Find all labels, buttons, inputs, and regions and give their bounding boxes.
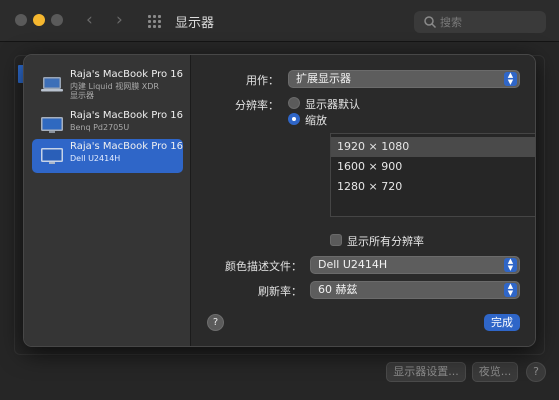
- resolution-list[interactable]: 1920 × 1080 1600 × 900 1280 × 720: [330, 133, 535, 217]
- laptop-icon: [41, 77, 63, 92]
- display-settings-button[interactable]: 显示器设置...: [386, 362, 466, 382]
- popup-arrows-icon: ▲ ▼: [504, 258, 517, 272]
- color-profile-popup[interactable]: Dell U2414H ▲ ▼: [310, 256, 520, 274]
- display-item-dell[interactable]: Raja's MacBook Pro 16 Dell U2414H: [32, 139, 183, 173]
- show-all-resolutions-checkbox[interactable]: [330, 234, 342, 246]
- display-settings-panel: 用作： 扩展显示器 ▲ ▼ 分辨率： 显示器默认 缩放 1920 × 1080 1…: [192, 55, 535, 346]
- title-bar: ‹ › 显示器 搜索: [0, 0, 559, 42]
- night-shift-button[interactable]: 夜览...: [472, 362, 518, 382]
- popup-arrows-icon: ▲ ▼: [504, 283, 517, 297]
- display-item-benq[interactable]: Raja's MacBook Pro 16 Benq Pd2705U: [32, 108, 183, 142]
- display-subtitle: Dell U2414H: [70, 154, 121, 163]
- display-subtitle: 内建 Liquid 视网膜 XDR 显示器: [70, 82, 159, 100]
- display-subtitle: Benq Pd2705U: [70, 123, 130, 132]
- resolution-label: 分辨率：: [235, 99, 279, 112]
- radio-default-resolution[interactable]: [288, 97, 300, 109]
- display-subtitle-line2: 显示器: [70, 91, 94, 100]
- popup-arrows-icon: ▲ ▼: [504, 72, 517, 86]
- search-icon: [424, 16, 437, 29]
- search-field[interactable]: 搜索: [414, 11, 546, 33]
- resolution-option[interactable]: 1600 × 900: [331, 157, 535, 177]
- search-placeholder: 搜索: [440, 16, 462, 29]
- display-list-sidebar: Raja's MacBook Pro 16 内建 Liquid 视网膜 XDR …: [24, 55, 191, 346]
- forward-arrow-icon[interactable]: ›: [116, 10, 123, 30]
- radio-scaled-label: 缩放: [305, 114, 327, 127]
- refresh-rate-label: 刷新率：: [258, 285, 302, 298]
- resolution-option[interactable]: 1920 × 1080: [331, 137, 535, 157]
- background-help-button[interactable]: ?: [526, 362, 546, 382]
- done-button[interactable]: 完成: [484, 314, 520, 331]
- show-all-grid-icon[interactable]: [148, 15, 162, 28]
- refresh-rate-value: 60 赫兹: [318, 283, 358, 296]
- display-name: Raja's MacBook Pro 16: [70, 141, 183, 152]
- zoom-window-button[interactable]: [51, 14, 63, 26]
- display-name: Raja's MacBook Pro 16: [70, 110, 183, 121]
- color-profile-value: Dell U2414H: [318, 258, 388, 271]
- use-as-popup[interactable]: 扩展显示器 ▲ ▼: [288, 70, 520, 88]
- refresh-rate-popup[interactable]: 60 赫兹 ▲ ▼: [310, 281, 520, 299]
- radio-default-label: 显示器默认: [305, 98, 360, 111]
- show-all-resolutions-label: 显示所有分辨率: [347, 235, 424, 248]
- minimize-window-button[interactable]: [33, 14, 45, 26]
- close-window-button[interactable]: [15, 14, 27, 26]
- display-subtitle-line1: 内建 Liquid 视网膜 XDR: [70, 82, 159, 91]
- radio-scaled[interactable]: [288, 113, 300, 125]
- monitor-icon: [41, 148, 63, 164]
- help-button[interactable]: ?: [207, 314, 224, 331]
- back-arrow-icon[interactable]: ‹: [86, 10, 93, 30]
- color-profile-label: 颜色描述文件：: [225, 260, 302, 273]
- display-settings-sheet: Raja's MacBook Pro 16 内建 Liquid 视网膜 XDR …: [23, 54, 536, 347]
- resolution-option[interactable]: 1280 × 720: [331, 177, 535, 197]
- window-title: 显示器: [175, 16, 215, 31]
- use-as-value: 扩展显示器: [296, 72, 351, 85]
- display-item-builtin[interactable]: Raja's MacBook Pro 16 内建 Liquid 视网膜 XDR …: [32, 67, 183, 101]
- display-name: Raja's MacBook Pro 16: [70, 69, 183, 80]
- use-as-label: 用作：: [246, 74, 279, 87]
- monitor-icon: [41, 117, 63, 133]
